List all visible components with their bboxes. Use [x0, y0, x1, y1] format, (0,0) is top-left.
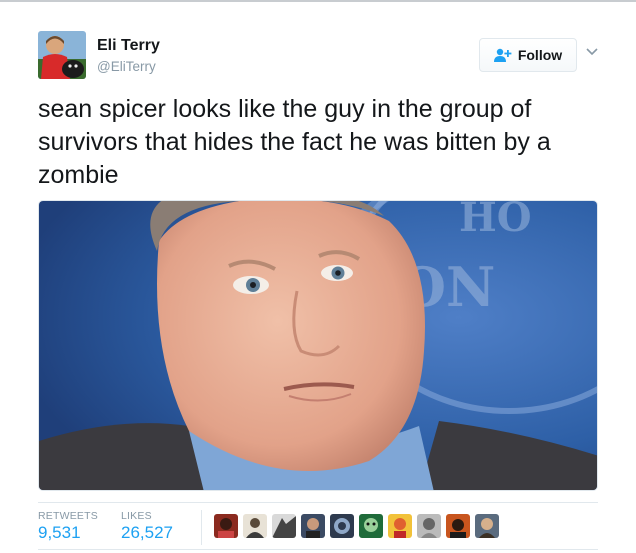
stats-vertical-divider	[201, 510, 202, 545]
tweet-photo[interactable]: ON HO	[38, 200, 598, 491]
likes-count[interactable]: 26,527	[121, 523, 173, 543]
follow-button[interactable]: Follow	[479, 38, 577, 72]
chevron-down-icon[interactable]	[584, 44, 600, 60]
liker-avatar[interactable]	[301, 514, 325, 538]
liker-avatar[interactable]	[388, 514, 412, 538]
tweet-text: sean spicer looks like the guy in the gr…	[38, 95, 551, 189]
liker-avatar[interactable]	[417, 514, 441, 538]
liker-avatar[interactable]	[272, 514, 296, 538]
liker-avatar[interactable]	[446, 514, 470, 538]
user-name[interactable]: Eli Terry	[97, 37, 160, 55]
stats-divider-top	[38, 502, 598, 503]
liker-avatar[interactable]	[243, 514, 267, 538]
avatar[interactable]	[38, 31, 86, 79]
user-handle[interactable]: @EliTerry	[97, 59, 156, 74]
liker-avatar[interactable]	[475, 514, 499, 538]
liker-avatar[interactable]	[359, 514, 383, 538]
liker-avatars	[214, 514, 499, 538]
retweets-count[interactable]: 9,531	[38, 523, 81, 543]
retweets-label: RETWEETS	[38, 510, 98, 522]
liker-avatar[interactable]	[330, 514, 354, 538]
person-plus-icon	[493, 48, 512, 62]
liker-avatar[interactable]	[214, 514, 238, 538]
press-briefing-photo: ON HO	[39, 201, 597, 490]
likes-label: LIKES	[121, 510, 152, 522]
top-divider	[0, 0, 636, 2]
avatar-photo	[38, 31, 86, 79]
stats-divider-bottom	[38, 549, 598, 550]
follow-label: Follow	[517, 47, 563, 63]
svg-text:HO: HO	[459, 201, 532, 241]
